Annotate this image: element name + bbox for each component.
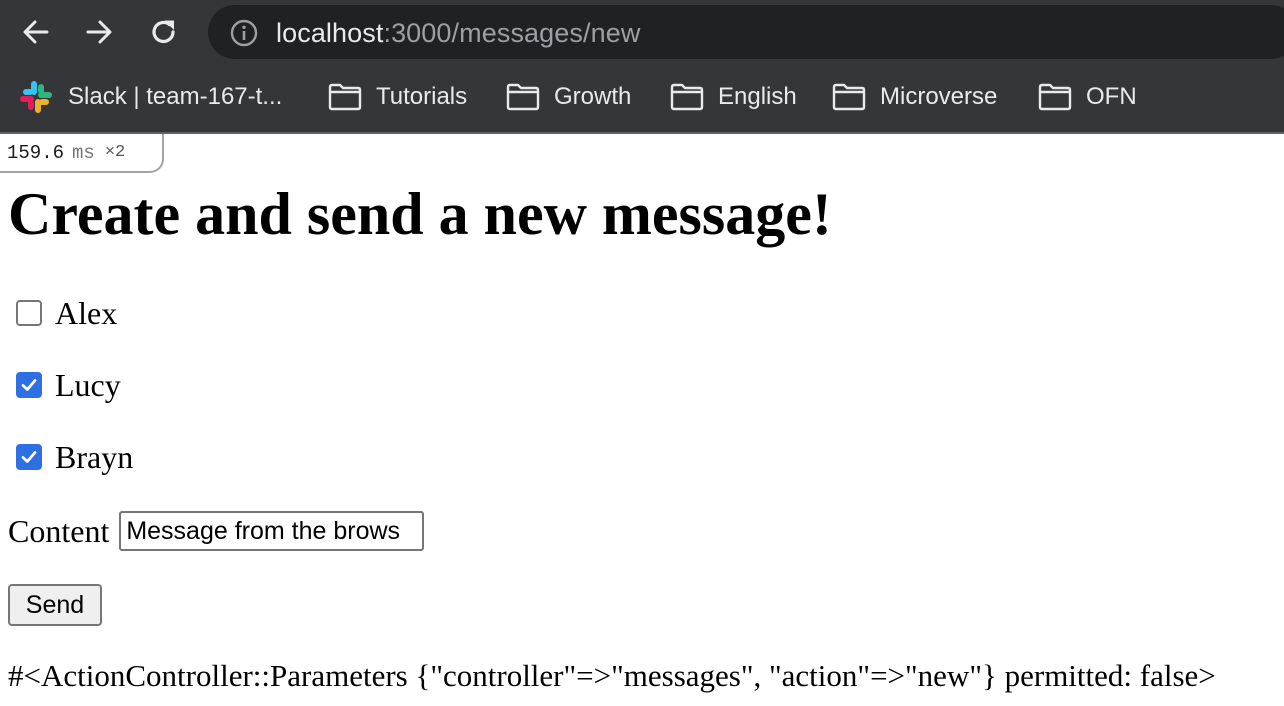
info-icon[interactable] xyxy=(230,19,258,47)
bookmarks-bar: Slack | team-167-t... Tutorials Growth E… xyxy=(0,64,1284,134)
send-button[interactable]: Send xyxy=(8,584,102,626)
bookmark-label: Microverse xyxy=(880,83,998,110)
folder-icon xyxy=(1038,83,1072,111)
bookmark-label: Tutorials xyxy=(376,83,468,110)
slack-icon xyxy=(20,81,52,113)
browser-toolbar: localhost:3000/messages/new xyxy=(0,0,1284,64)
recipient-label: Alex xyxy=(55,294,118,331)
bookmark-label: English xyxy=(718,83,797,110)
profiler-count: ×2 xyxy=(104,143,126,162)
recipient-alex: Alex xyxy=(16,293,117,333)
arrow-right-icon xyxy=(86,20,112,44)
bookmark-slack[interactable]: Slack | team-167-t... xyxy=(18,80,282,114)
params-debug-text: #<ActionController::Parameters {"control… xyxy=(8,658,1216,693)
address-bar[interactable]: localhost:3000/messages/new xyxy=(208,5,1284,59)
bookmark-english[interactable]: English xyxy=(670,80,797,114)
check-icon xyxy=(21,379,37,391)
back-button[interactable] xyxy=(16,12,56,52)
folder-icon xyxy=(328,83,362,111)
recipient-brayn: Brayn xyxy=(16,437,133,477)
bookmark-label: Slack | team-167-t... xyxy=(68,83,283,110)
page-title: Create and send a new message! xyxy=(8,181,832,247)
profiler-time: 159.6 xyxy=(7,141,65,164)
forward-button[interactable] xyxy=(79,12,119,52)
url-path: :3000/messages/new xyxy=(383,18,641,48)
arrow-left-icon xyxy=(23,20,49,44)
folder-icon xyxy=(506,83,540,111)
content-input[interactable] xyxy=(119,511,425,551)
bookmark-label: Growth xyxy=(554,83,632,110)
recipient-checkbox[interactable] xyxy=(16,372,42,398)
recipient-checkbox[interactable] xyxy=(16,300,42,326)
content-row: Content xyxy=(8,510,425,552)
bookmark-microverse[interactable]: Microverse xyxy=(832,80,997,114)
bookmark-label: OFN xyxy=(1086,83,1137,110)
url-text[interactable]: localhost:3000/messages/new xyxy=(276,18,640,48)
bookmark-tutorials[interactable]: Tutorials xyxy=(328,80,467,114)
profiler-badge[interactable]: 159.6 ms ×2 xyxy=(0,134,164,173)
recipient-checkbox[interactable] xyxy=(16,444,42,470)
recipient-label: Lucy xyxy=(55,366,121,403)
content-label: Content xyxy=(8,512,110,549)
folder-icon xyxy=(832,83,866,111)
bookmark-growth[interactable]: Growth xyxy=(506,80,631,114)
reload-button[interactable] xyxy=(144,12,184,52)
reload-icon xyxy=(152,20,175,44)
recipient-label: Brayn xyxy=(55,438,134,475)
bookmark-ofn[interactable]: OFN xyxy=(1038,80,1137,114)
profiler-unit: ms xyxy=(72,141,95,164)
url-host: localhost xyxy=(276,18,384,48)
folder-icon xyxy=(670,83,704,111)
check-icon xyxy=(21,451,37,463)
recipient-lucy: Lucy xyxy=(16,365,121,405)
